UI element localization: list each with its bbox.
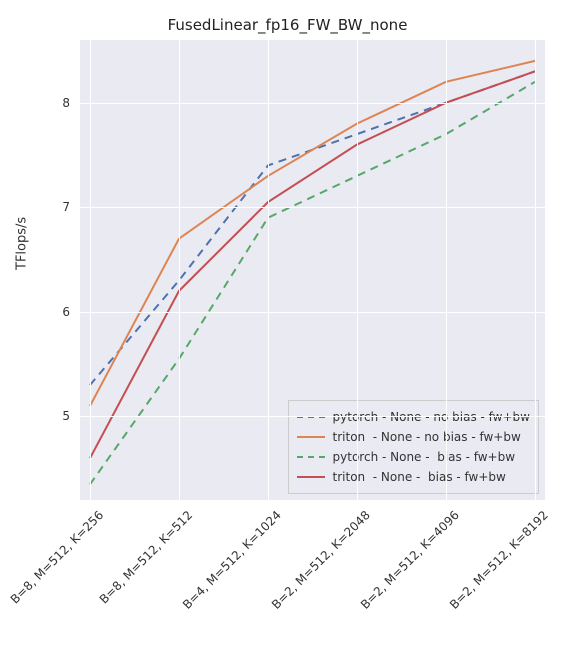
gridline-h (80, 312, 545, 313)
legend-swatch (297, 436, 325, 438)
chart-figure: FusedLinear_fp16_FW_BW_none TFlops/s pyt… (0, 0, 575, 647)
chart-title: FusedLinear_fp16_FW_BW_none (0, 16, 575, 34)
gridline-v (179, 40, 180, 500)
x-tick-label: B=2, M=512, K=8192 (447, 508, 551, 612)
y-tick-label: 5 (15, 409, 75, 423)
y-axis-label: TFlops/s (15, 217, 30, 270)
legend-label: pytorch - None - bias - fw+bw (333, 450, 516, 464)
x-tick-label: B=4, M=512, K=1024 (180, 508, 284, 612)
x-tick-label: B=2, M=512, K=2048 (269, 508, 373, 612)
gridline-v (535, 40, 536, 500)
x-tick-label: B=8, M=512, K=512 (96, 508, 195, 607)
gridline-v (446, 40, 447, 500)
legend-item: pytorch - None - bias - fw+bw (297, 447, 530, 467)
gridline-h (80, 207, 545, 208)
legend-label: triton - None - no bias - fw+bw (333, 430, 521, 444)
legend: pytorch - None - no bias - fw+bwtriton -… (288, 400, 539, 494)
legend-swatch (297, 476, 325, 478)
legend-label: triton - None - bias - fw+bw (333, 470, 506, 484)
gridline-h (80, 103, 545, 104)
legend-swatch (297, 456, 325, 458)
y-tick-label: 6 (15, 305, 75, 319)
legend-item: triton - None - no bias - fw+bw (297, 427, 530, 447)
plot-area: pytorch - None - no bias - fw+bwtriton -… (80, 40, 545, 500)
y-tick-label: 8 (15, 96, 75, 110)
series-line (90, 61, 535, 406)
gridline-h (80, 416, 545, 417)
gridline-v (90, 40, 91, 500)
series-line (90, 71, 535, 385)
gridline-v (268, 40, 269, 500)
gridline-v (357, 40, 358, 500)
y-tick-label: 7 (15, 200, 75, 214)
x-tick-label: B=8, M=512, K=256 (7, 508, 106, 607)
legend-item: triton - None - bias - fw+bw (297, 467, 530, 487)
x-tick-label: B=2, M=512, K=4096 (358, 508, 462, 612)
